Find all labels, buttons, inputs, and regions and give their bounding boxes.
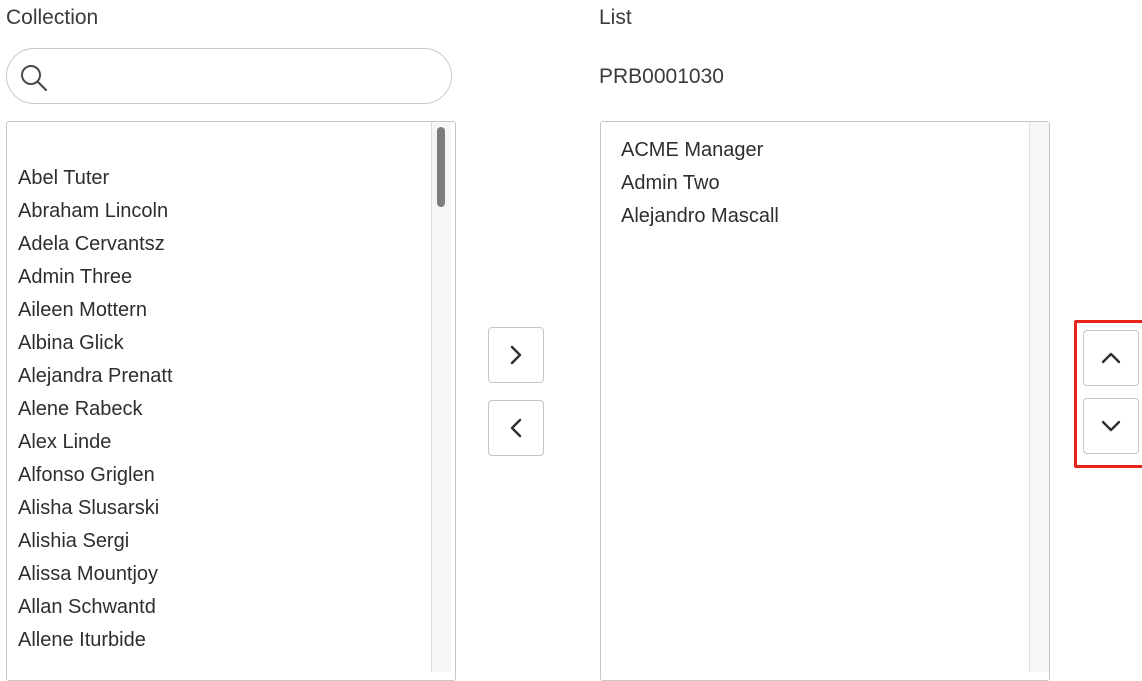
list-item[interactable]: Abraham Lincoln xyxy=(18,195,173,228)
list-item[interactable]: Abel Tuter xyxy=(18,162,173,195)
search-icon xyxy=(21,65,48,92)
list-item[interactable]: Admin Three xyxy=(18,261,173,294)
move-down-button[interactable] xyxy=(1083,398,1139,454)
list-item[interactable]: Alene Rabeck xyxy=(18,393,173,426)
list-item[interactable]: Allan Schwantd xyxy=(18,591,173,624)
list-item[interactable]: Adela Cervantsz xyxy=(18,228,173,261)
list-title: List xyxy=(599,6,632,29)
move-up-button[interactable] xyxy=(1083,330,1139,386)
chevron-down-icon xyxy=(1101,420,1121,432)
collection-scroll-thumb[interactable] xyxy=(437,127,445,207)
search-box[interactable] xyxy=(6,48,452,104)
list-item[interactable]: Alisha Slusarski xyxy=(18,492,173,525)
list-item[interactable]: Allene Iturbide xyxy=(18,624,173,657)
list-item[interactable]: Aileen Mottern xyxy=(18,294,173,327)
chevron-right-icon xyxy=(510,345,522,365)
list-item[interactable]: ACME Manager xyxy=(621,134,779,167)
list-item[interactable]: Albina Glick xyxy=(18,327,173,360)
list-item[interactable]: Alex Linde xyxy=(18,426,173,459)
chevron-up-icon xyxy=(1101,352,1121,364)
list-item[interactable]: Admin Two xyxy=(621,167,779,200)
list-item[interactable]: Alfonso Griglen xyxy=(18,459,173,492)
add-button[interactable] xyxy=(488,327,544,383)
list-items: ACME Manager Admin Two Alejandro Mascall xyxy=(621,134,779,233)
record-id: PRB0001030 xyxy=(599,65,724,88)
chevron-left-icon xyxy=(510,418,522,438)
list-item[interactable]: Alishia Sergi xyxy=(18,525,173,558)
list-item[interactable]: Alissa Mountjoy xyxy=(18,558,173,591)
collection-scrollbar[interactable] xyxy=(431,122,451,672)
collection-title: Collection xyxy=(6,6,99,29)
list-scrollbar[interactable] xyxy=(1029,122,1049,672)
remove-button[interactable] xyxy=(488,400,544,456)
list-item[interactable]: Alejandro Mascall xyxy=(621,200,779,233)
list-item[interactable]: Alejandra Prenatt xyxy=(18,360,173,393)
search-input[interactable] xyxy=(57,57,441,97)
collection-items: Abel Tuter Abraham Lincoln Adela Cervantsz… xyxy=(18,162,173,657)
